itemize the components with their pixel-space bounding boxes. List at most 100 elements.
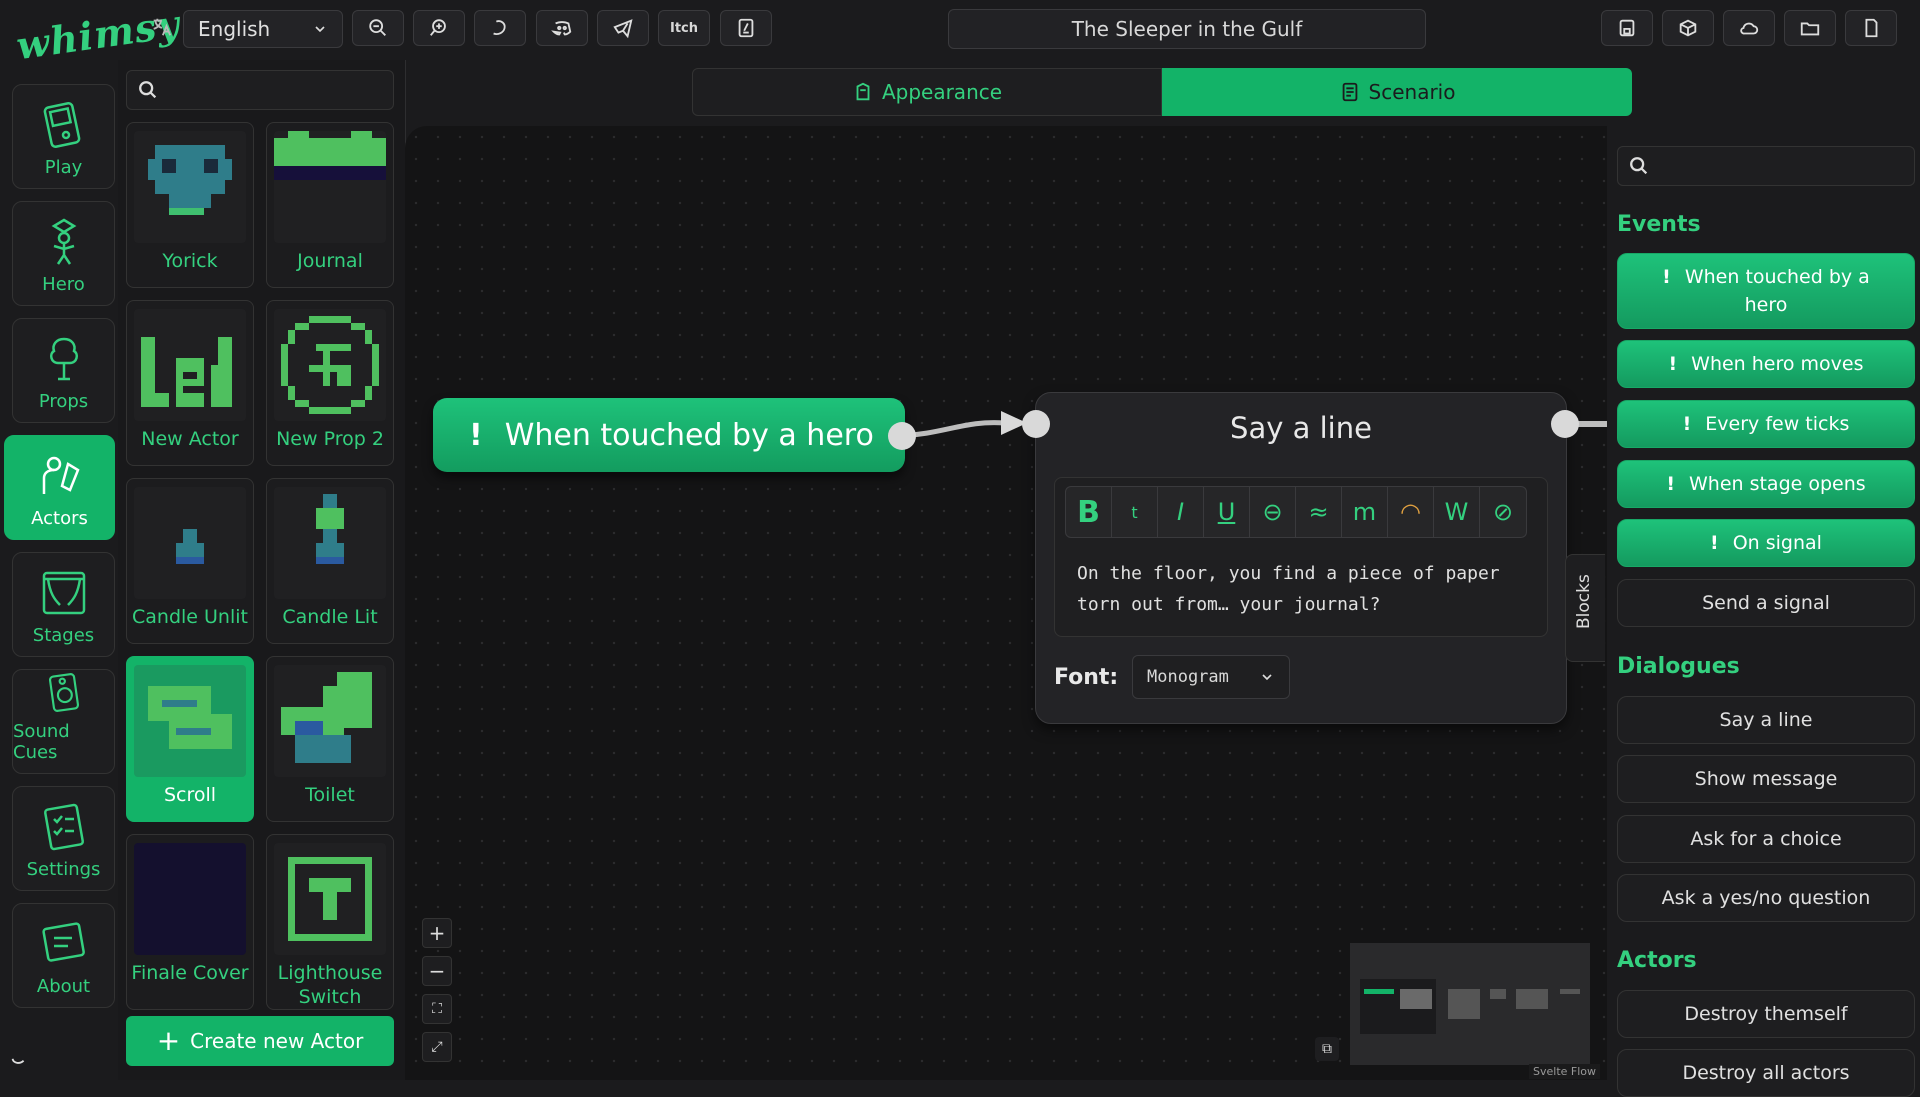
exclamation-icon: ! [1682,413,1692,435]
sidebar-item-settings[interactable]: Settings [12,786,115,891]
asset-thumbnail [134,843,246,955]
bold-icon[interactable]: B [1066,487,1112,537]
dialogue-text-input[interactable]: On the floor, you find a piece of paper … [1077,558,1537,620]
tab-appearance[interactable]: Appearance [692,68,1162,116]
fullscreen-control[interactable]: ⤢ [422,1032,452,1062]
new-project-button[interactable] [1845,10,1897,46]
undo-button[interactable] [474,10,526,46]
exclamation-icon: ! [1710,532,1719,554]
file-icon [1865,18,1878,38]
expand-icon: ⤢ [431,1039,443,1055]
asset-label: New Actor [141,428,239,450]
zoom-in-control[interactable]: + [422,918,452,948]
asset-search-input[interactable] [126,70,394,110]
palette-item-label: Every few ticks [1705,413,1850,435]
project-title-input[interactable]: The Sleeper in the Gulf [948,9,1426,49]
asset-label: New Prop 2 [276,428,384,450]
cloud-button[interactable] [1723,10,1775,46]
plus-icon: + [428,921,446,945]
save-button[interactable] [1601,10,1653,46]
asset-label: Lighthouse Switch [277,962,383,1008]
tiny-text-icon[interactable]: t [1112,487,1158,537]
asset-card-scroll[interactable]: Scroll [126,656,254,822]
blocks-tab[interactable]: Blocks [1565,554,1605,662]
sidebar-item-about[interactable]: About [12,903,115,1008]
palette-destroy-all-actors[interactable]: Destroy all actors [1617,1049,1915,1097]
actors-heading: Actors [1617,948,1697,973]
palette-event-hero-moves[interactable]: ! When hero moves [1617,340,1915,388]
asset-card-candle-lit[interactable]: Candle Lit [266,478,394,644]
minimap[interactable] [1350,943,1590,1065]
say-output-handle[interactable] [1551,410,1579,438]
sidebar-item-label: Actors [31,508,88,529]
underline-icon[interactable]: U [1204,487,1250,537]
font-select[interactable]: Monogram [1132,655,1290,699]
say-node-title: Say a line [1230,411,1372,445]
minimap-nodes [1360,979,1580,1034]
sidebar-item-hero[interactable]: Hero [12,201,115,306]
text-editor: B t I U ⊖ ≈ m ◠ W ⊘ On the floor, you fi… [1054,477,1548,637]
zoom-out-button[interactable] [352,10,404,46]
shake-icon[interactable]: m [1342,487,1388,537]
minus-icon: − [428,959,446,983]
event-output-handle[interactable] [888,422,916,450]
say-input-handle[interactable] [1022,410,1050,438]
palette-event-stage-opens[interactable]: ! When stage opens [1617,460,1915,508]
palette-send-signal[interactable]: Send a signal [1617,579,1915,627]
rainbow-icon[interactable]: ◠ [1388,487,1434,537]
sidebar-item-sound-cues[interactable]: Sound Cues [12,669,115,774]
event-node-touched-by-hero[interactable]: ! When touched by a hero [433,398,905,472]
say-line-node[interactable]: Say a line B t I U ⊖ ≈ m ◠ W ⊘ On the fl… [1035,392,1567,724]
palette-destroy-themself[interactable]: Destroy themself [1617,990,1915,1038]
palette-search-input[interactable] [1617,146,1915,186]
asset-card-toilet[interactable]: Toilet [266,656,394,822]
sidebar-item-props[interactable]: Props [12,318,115,423]
sidebar-item-play[interactable]: Play [12,84,115,189]
flow-canvas[interactable]: ! When touched by a hero Say a line B t … [405,126,1607,1080]
asset-card-new-prop-2[interactable]: New Prop 2 [266,300,394,466]
notes-button[interactable] [720,10,772,46]
asset-thumbnail [134,309,246,421]
asset-card-journal[interactable]: Journal [266,122,394,288]
sidebar-item-actors[interactable]: Actors [4,435,115,540]
wobble-icon[interactable]: W [1434,487,1480,537]
palette-event-every-few-ticks[interactable]: ! Every few ticks [1617,400,1915,448]
asset-card-finale-cover[interactable]: Finale Cover [126,834,254,1010]
sidebar-item-stages[interactable]: Stages [12,552,115,657]
clear-format-icon[interactable]: ⊘ [1480,487,1526,537]
asset-card-yorick[interactable]: Yorick [126,122,254,288]
palette-say-line[interactable]: Say a line [1617,696,1915,744]
asset-card-lighthouse-switch[interactable]: Lighthouse Switch [266,834,394,1010]
create-actor-label: Create new Actor [190,1029,364,1053]
palette-ask-choice[interactable]: Ask for a choice [1617,815,1915,863]
palette-event-touched-by-hero[interactable]: ! When touched by a hero [1617,253,1915,329]
palette-event-on-signal[interactable]: ! On signal [1617,519,1915,567]
palette-show-message[interactable]: Show message [1617,755,1915,803]
zoom-out-control[interactable]: − [422,956,452,986]
blocks-tab-label: Blocks [1574,574,1594,629]
zoom-in-button[interactable] [413,10,465,46]
create-actor-button[interactable]: + Create new Actor [126,1016,394,1066]
open-folder-button[interactable] [1784,10,1836,46]
telegram-button[interactable] [597,10,649,46]
itch-button[interactable]: Itch [658,10,710,46]
asset-label: Yorick [162,250,218,272]
asset-label: Journal [297,250,363,272]
asset-card-new-actor[interactable]: New Actor [126,300,254,466]
tab-scenario[interactable]: Scenario [1162,68,1632,116]
export-button[interactable] [1662,10,1714,46]
hero-icon [51,218,76,265]
minimap-toggle-icon[interactable]: ⧉ [1315,1037,1339,1061]
wave-icon[interactable]: ≈ [1296,487,1342,537]
sidebar-nav: Play Hero Props Actors Stages Sound Cues… [4,84,115,1020]
asset-card-candle-unlit[interactable]: Candle Unlit [126,478,254,644]
svelte-flow-attribution[interactable]: Svelte Flow [1529,1064,1601,1079]
palette-ask-yes-no[interactable]: Ask a yes/no question [1617,874,1915,922]
cloud-icon [1740,22,1759,35]
asset-label: Finale Cover [131,962,249,984]
italic-icon[interactable]: I [1158,487,1204,537]
fit-view-control[interactable]: ⛶ [422,994,452,1024]
strikethrough-icon[interactable]: ⊖ [1250,487,1296,537]
language-select[interactable]: English [183,10,343,48]
discord-button[interactable] [536,10,588,46]
